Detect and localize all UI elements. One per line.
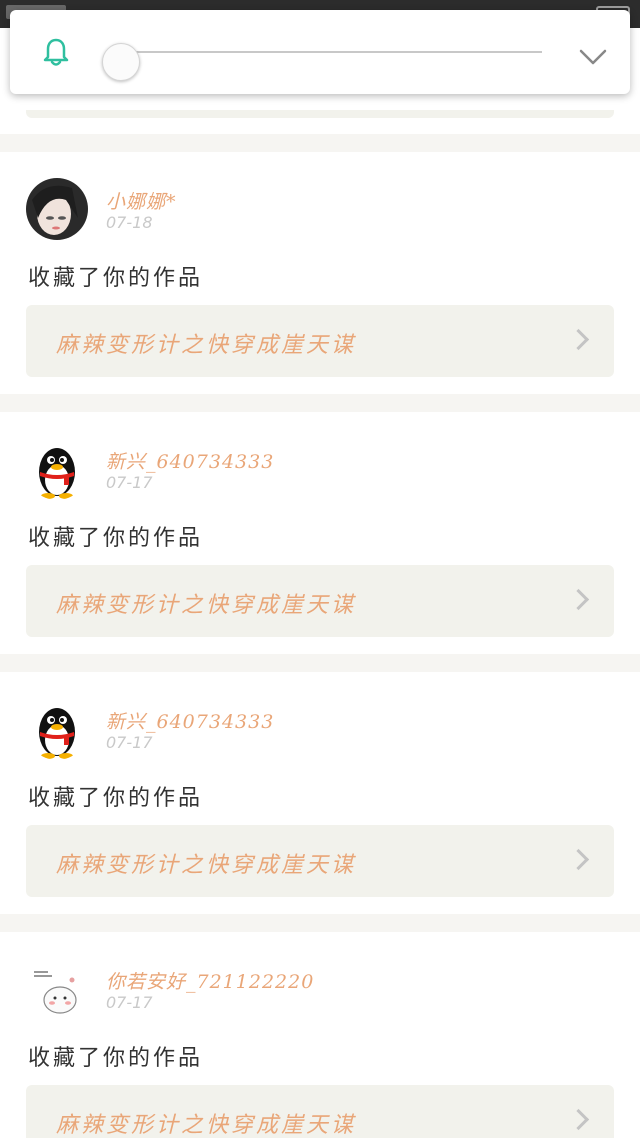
penguin-avatar-icon (26, 698, 88, 760)
timestamp: 07-18 (106, 213, 153, 232)
avatar[interactable] (26, 958, 88, 1020)
work-link[interactable]: 麻辣变形计之快穿成崖天谋 (26, 825, 614, 897)
timestamp: 07-17 (106, 733, 153, 752)
photo-avatar-icon (26, 178, 88, 240)
notification-volume-panel (10, 10, 630, 94)
volume-slider-thumb[interactable] (102, 43, 140, 81)
username[interactable]: 小娜娜* (106, 187, 177, 214)
list-item: 你若安好_721122220 07-17 收藏了你的作品 麻辣变形计之快穿成崖天… (0, 932, 640, 1138)
avatar[interactable] (26, 438, 88, 500)
penguin-avatar-icon (26, 438, 88, 500)
username[interactable]: 你若安好_721122220 (106, 967, 314, 994)
work-title: 麻辣变形计之快穿成崖天谋 (56, 853, 357, 878)
chevron-right-icon (567, 588, 590, 611)
username[interactable]: 新兴_640734333 (106, 707, 274, 734)
timestamp: 07-17 (106, 473, 153, 492)
previous-card-stub (0, 110, 640, 134)
action-text: 收藏了你的作品 (28, 786, 204, 811)
action-text: 收藏了你的作品 (28, 526, 204, 551)
chevron-right-icon (567, 1108, 590, 1131)
chevron-right-icon (567, 848, 590, 871)
previous-card-work-box (26, 110, 614, 118)
cartoon-avatar-icon (26, 958, 88, 1020)
username[interactable]: 新兴_640734333 (106, 447, 274, 474)
avatar[interactable] (26, 178, 88, 240)
work-link[interactable]: 麻辣变形计之快穿成崖天谋 (26, 1085, 614, 1138)
action-text: 收藏了你的作品 (28, 266, 204, 291)
timestamp: 07-17 (106, 993, 153, 1012)
chevron-down-icon[interactable] (578, 48, 608, 66)
work-title: 麻辣变形计之快穿成崖天谋 (56, 593, 357, 618)
page: 消息 小娜娜* 07-18 收藏了你的作品 (0, 0, 640, 1138)
volume-slider-track[interactable] (120, 51, 542, 53)
work-link[interactable]: 麻辣变形计之快穿成崖天谋 (26, 565, 614, 637)
list-item: 小娜娜* 07-18 收藏了你的作品 麻辣变形计之快穿成崖天谋 (0, 152, 640, 394)
list-item: 新兴_640734333 07-17 收藏了你的作品 麻辣变形计之快穿成崖天谋 (0, 672, 640, 914)
work-title: 麻辣变形计之快穿成崖天谋 (56, 333, 357, 358)
chevron-right-icon (567, 328, 590, 351)
avatar[interactable] (26, 698, 88, 760)
list-item: 新兴_640734333 07-17 收藏了你的作品 麻辣变形计之快穿成崖天谋 (0, 412, 640, 654)
action-text: 收藏了你的作品 (28, 1046, 204, 1071)
bell-icon[interactable] (40, 36, 72, 68)
work-link[interactable]: 麻辣变形计之快穿成崖天谋 (26, 305, 614, 377)
work-title: 麻辣变形计之快穿成崖天谋 (56, 1113, 357, 1138)
